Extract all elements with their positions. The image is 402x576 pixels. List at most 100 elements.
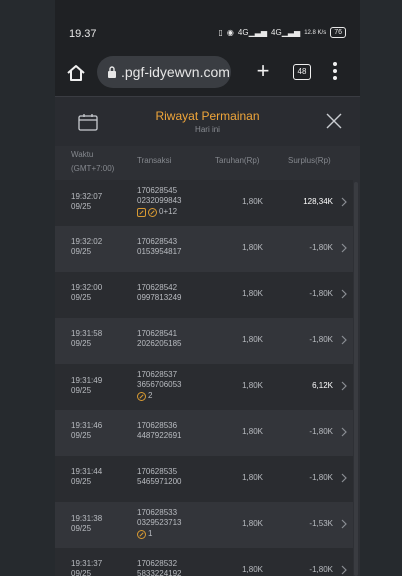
modal-subtitle: Hari ini	[195, 125, 220, 134]
history-row[interactable]: 19:32:00 09/25 170628542 0997813249 1,80…	[55, 272, 353, 318]
browser-toolbar: .pgf-idyewvn.com + 48	[55, 50, 360, 96]
scrollbar[interactable]	[354, 182, 358, 576]
row-time: 19:32:00	[71, 283, 103, 292]
phone-screen: 19.37 ▯ ◉ 4G▁▃▅ 4G▁▃▅ 12.8 K/s 76 .pgf-i…	[55, 0, 360, 576]
row-transaction: 170628545 0232099843 0+12	[137, 186, 182, 217]
row-transaction: 170628542 0997813249	[137, 283, 182, 303]
col-transaction: Transaksi	[137, 156, 172, 165]
url-bar[interactable]: .pgf-idyewvn.com	[97, 56, 231, 88]
row-bet: 1,80K	[242, 243, 263, 252]
more-menu-icon[interactable]	[332, 62, 338, 82]
row-datetime: 19:31:58 09/25	[71, 329, 102, 349]
bonus-icon	[137, 391, 146, 401]
row-time: 19:32:07	[71, 192, 103, 201]
row-id1: 170628532	[137, 559, 178, 568]
background-left	[0, 0, 55, 576]
row-badges: 0+12	[137, 207, 182, 217]
chevron-right-icon	[341, 289, 347, 299]
modal-header: Riwayat Permainan Hari ini	[55, 96, 360, 147]
row-time: 19:31:38	[71, 514, 103, 523]
status-icons: ▯ ◉ 4G▁▃▅ 4G▁▃▅ 12.8 K/s 76	[219, 27, 346, 38]
row-id2: 0997813249	[137, 293, 182, 302]
row-date: 09/25	[71, 386, 92, 395]
row-transaction: 170628536 4487922691	[137, 421, 182, 441]
row-time: 19:31:37	[71, 559, 103, 568]
row-transaction: 170628535 5465971200	[137, 467, 182, 487]
row-badge-count: 0+12	[159, 207, 178, 216]
row-date: 09/25	[71, 247, 92, 256]
row-bet: 1,80K	[242, 289, 263, 298]
row-datetime: 19:32:00 09/25	[71, 283, 102, 303]
row-bet: 1,80K	[242, 565, 263, 574]
row-date: 09/25	[71, 339, 92, 348]
row-transaction: 170628532 5833224192	[137, 559, 182, 576]
row-surplus: 128,34K	[303, 197, 333, 206]
lock-icon	[108, 66, 116, 78]
row-time: 19:31:58	[71, 329, 103, 338]
row-id2: 0153954817	[137, 247, 182, 256]
row-date: 09/25	[71, 202, 92, 211]
col-bet: Taruhan(Rp)	[215, 156, 260, 165]
chevron-right-icon	[341, 243, 347, 253]
row-id1: 170628537	[137, 370, 178, 379]
row-bet: 1,80K	[242, 519, 263, 528]
chevron-right-icon	[341, 335, 347, 345]
row-time: 19:31:44	[71, 467, 103, 476]
row-transaction: 170628543 0153954817	[137, 237, 182, 257]
row-date: 09/25	[71, 431, 92, 440]
row-surplus: -1,80K	[309, 335, 333, 344]
history-row[interactable]: 19:31:58 09/25 170628541 2026205185 1,80…	[55, 318, 353, 364]
close-icon[interactable]	[325, 112, 343, 130]
row-transaction: 170628537 3656706053 2	[137, 370, 182, 401]
bonus-icon	[137, 529, 146, 539]
row-surplus: -1,80K	[309, 289, 333, 298]
row-surplus: -1,80K	[309, 427, 333, 436]
free-spin-icon	[137, 207, 146, 217]
row-datetime: 19:31:37 09/25	[71, 559, 102, 576]
row-time: 19:31:49	[71, 376, 103, 385]
row-datetime: 19:31:38 09/25	[71, 514, 102, 534]
home-icon[interactable]	[65, 62, 87, 84]
row-datetime: 19:32:02 09/25	[71, 237, 102, 257]
row-date: 09/25	[71, 524, 92, 533]
row-badges: 1	[137, 529, 182, 539]
col-timezone: (GMT+7:00)	[71, 164, 115, 173]
col-time: Waktu	[71, 150, 94, 159]
row-id2: 2026205185	[137, 339, 182, 348]
signal-icon-1: 4G▁▃▅	[237, 28, 268, 37]
history-row[interactable]: 19:31:46 09/25 170628536 4487922691 1,80…	[55, 410, 353, 456]
row-badge-count: 2	[148, 391, 153, 400]
row-surplus: -1,53K	[309, 519, 333, 528]
row-id1: 170628533	[137, 508, 178, 517]
history-row[interactable]: 19:31:37 09/25 170628532 5833224192 1,80…	[55, 548, 353, 576]
row-badge-count: 1	[148, 529, 153, 538]
history-row[interactable]: 19:31:49 09/25 170628537 3656706053 2 1,…	[55, 364, 353, 410]
history-row[interactable]: 19:32:07 09/25 170628545 0232099843 0+12…	[55, 180, 353, 226]
row-id2: 5833224192	[137, 569, 182, 576]
alarm-icon: ◉	[226, 28, 234, 37]
new-tab-button[interactable]: +	[253, 60, 273, 82]
row-datetime: 19:31:49 09/25	[71, 376, 102, 396]
row-datetime: 19:32:07 09/25	[71, 192, 102, 212]
modal-title: Riwayat Permainan	[155, 109, 260, 123]
row-time: 19:31:46	[71, 421, 103, 430]
row-badges: 2	[137, 391, 182, 401]
history-row[interactable]: 19:31:44 09/25 170628535 5465971200 1,80…	[55, 456, 353, 502]
signal-icon-2: 4G▁▃▅	[271, 28, 301, 37]
history-row[interactable]: 19:31:38 09/25 170628533 0329523713 1 1,…	[55, 502, 353, 548]
background-right	[360, 0, 402, 576]
row-transaction: 170628541 2026205185	[137, 329, 182, 349]
row-date: 09/25	[71, 569, 92, 576]
chevron-right-icon	[341, 381, 347, 391]
tab-switcher-button[interactable]: 48	[293, 64, 311, 80]
row-id2: 0232099843	[137, 196, 182, 205]
chevron-right-icon	[341, 519, 347, 529]
row-id1: 170628543	[137, 237, 178, 246]
row-id1: 170628535	[137, 467, 178, 476]
row-id2: 3656706053	[137, 380, 182, 389]
row-id2: 4487922691	[137, 431, 182, 440]
row-id1: 170628542	[137, 283, 178, 292]
history-row[interactable]: 19:32:02 09/25 170628543 0153954817 1,80…	[55, 226, 353, 272]
row-id1: 170628545	[137, 186, 178, 195]
row-bet: 1,80K	[242, 427, 263, 436]
